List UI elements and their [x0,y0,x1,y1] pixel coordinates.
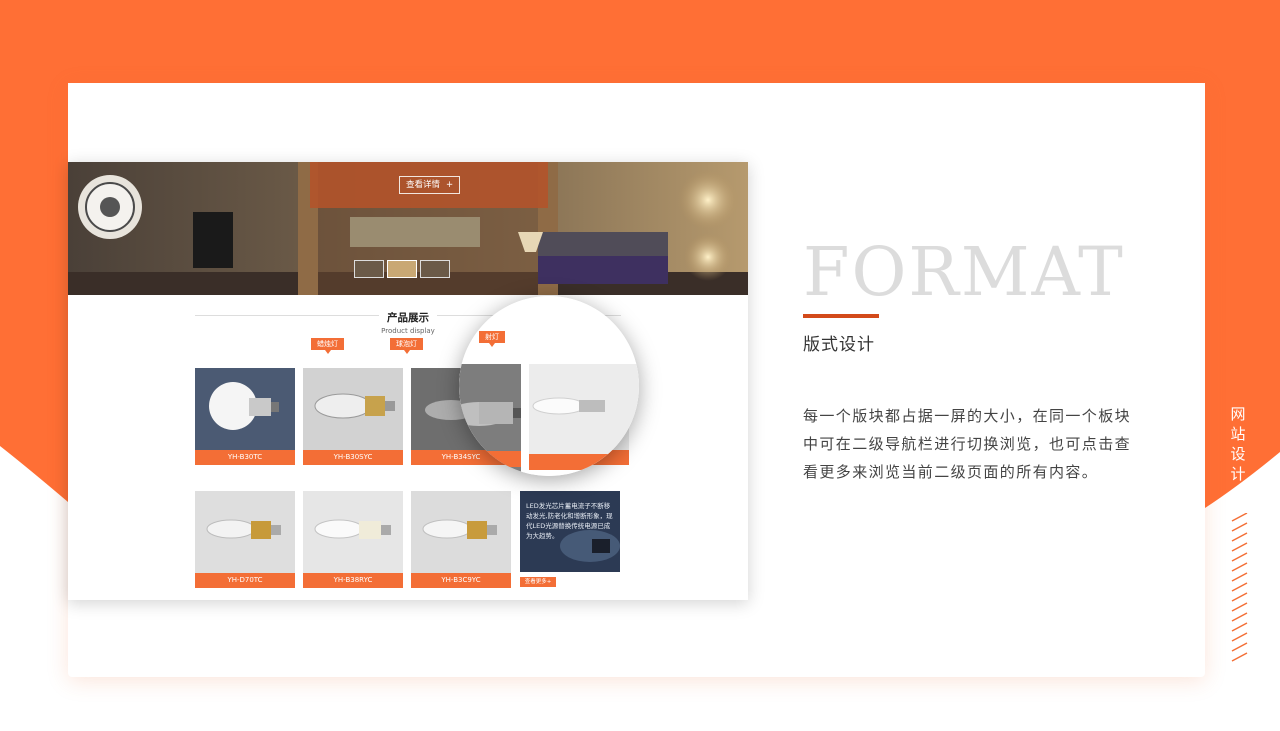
promo-panel: LED发光芯片蓄电流子不断移动发光,防老化和增断形象，现代LED光源替换传统电源… [520,491,620,572]
product-image [195,368,295,450]
magnifier-lens: 射灯 [459,296,639,476]
product-code: YH-D70TC [195,573,295,588]
product-code: YH-B3C9YC [411,573,511,588]
vertical-tag: 网站设计 [1230,405,1246,483]
hatch-decoration [1231,513,1248,662]
banner-thumbnails [354,260,450,278]
product-image [195,491,295,573]
plus-icon: + [446,180,454,190]
format-title: FORMAT [803,233,1125,311]
banner-thumb-1[interactable] [354,260,384,278]
product-image [303,368,403,450]
product-code: YH-B30TC [195,450,295,465]
banner-thumb-3[interactable] [420,260,450,278]
product-code: YH-B30SYC [303,450,403,465]
view-details-label: 查看详情 [406,180,441,190]
hero-banner: 查看详情 + [68,162,748,295]
product-code: YH-B38RYC [303,573,403,588]
description: 每一个版块都占据一屏的大小，在同一个板块中可在二级导航栏进行切换浏览，也可点击查… [803,407,1132,481]
tab-candle[interactable]: 蜡烛灯 [311,338,344,354]
subtitle: 版式设计 [803,335,875,355]
section-title-cn: 产品展示 [379,310,437,325]
product-image [303,491,403,573]
tab-bulb[interactable]: 球泡灯 [390,338,423,354]
website-preview: 查看详情 + 产品展示 Product display 蜡烛灯 球泡灯 YH-B… [68,162,748,600]
promo-text: LED发光芯片蓄电流子不断移动发光,防老化和增断形象，现代LED光源替换传统电源… [526,502,613,540]
product-image [411,491,511,573]
tab-spotlight[interactable]: 射灯 [479,331,505,347]
view-details-button[interactable]: 查看详情 + [399,176,461,194]
banner-thumb-2[interactable] [387,260,417,278]
title-underline [803,314,879,318]
view-more-button[interactable]: 查看更多+ [520,577,556,587]
